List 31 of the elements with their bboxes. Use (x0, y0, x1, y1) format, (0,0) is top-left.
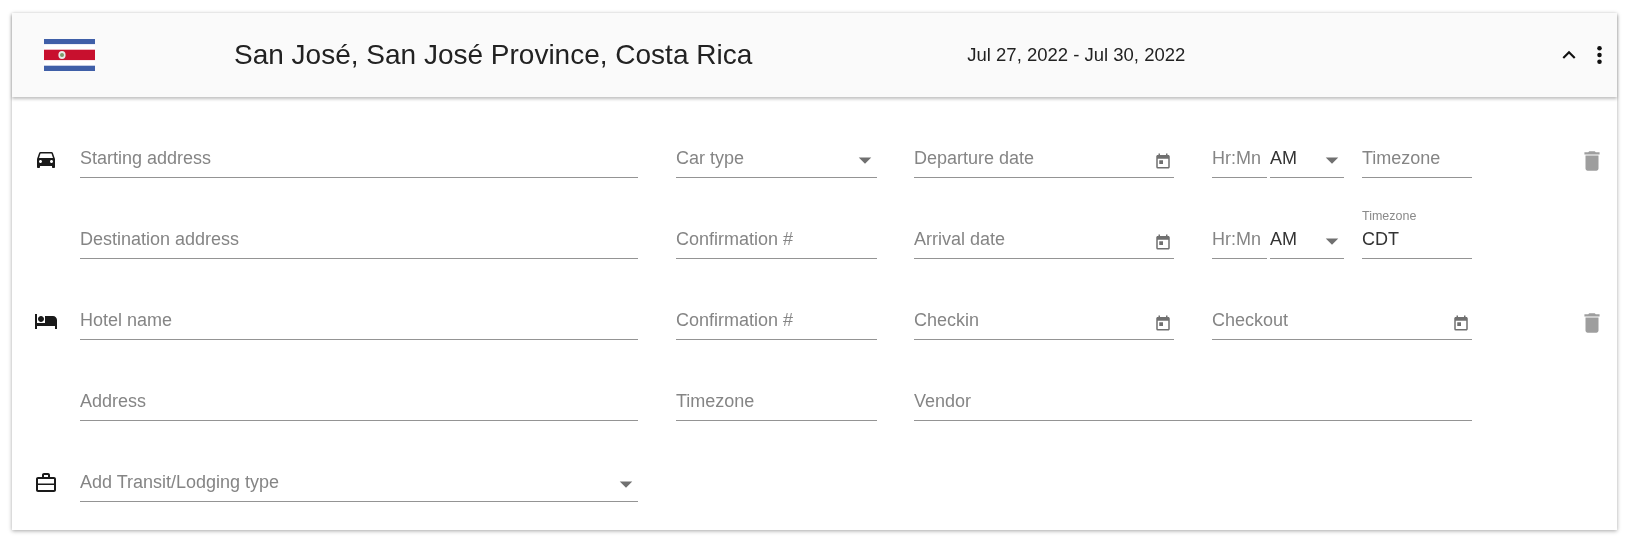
dropdown[interactable]: AM (1270, 225, 1344, 259)
date-range: Jul 27, 2022 - Jul 30, 2022 (967, 44, 1186, 66)
calendar-icon (1154, 152, 1172, 170)
input-field[interactable]: Confirmation # (676, 306, 877, 340)
dropdown[interactable]: AM (1270, 144, 1344, 178)
input-field[interactable]: Hr:Mn (1212, 144, 1267, 178)
calendar-icon (1154, 314, 1172, 332)
date-field[interactable]: Checkout (1212, 306, 1472, 340)
input-field[interactable]: Confirmation # (676, 225, 877, 259)
input-field[interactable]: Timezone (676, 387, 877, 421)
date-field[interactable]: Checkin (914, 306, 1174, 340)
input-field[interactable]: CDT (1362, 225, 1472, 259)
input-field[interactable]: Timezone (1362, 144, 1472, 178)
input-field[interactable]: Address (80, 387, 638, 421)
more-icon (1597, 46, 1602, 64)
date-field[interactable]: Arrival date (914, 225, 1174, 259)
input-field[interactable]: Starting address (80, 144, 638, 178)
dropdown[interactable]: Car type (676, 144, 877, 178)
date-field[interactable]: Departure date (914, 144, 1174, 178)
briefcase-icon (34, 471, 58, 495)
destination-title: San José, San José Province, Costa Rica (234, 39, 753, 71)
input-field[interactable]: Destination address (80, 225, 638, 259)
dropdown[interactable]: Add Transit/Lodging type (80, 468, 638, 502)
calendar-icon (1452, 314, 1470, 332)
field-label: Timezone (1362, 209, 1417, 223)
input-field[interactable]: Hotel name (80, 306, 638, 340)
card-header[interactable]: San José, San José Province, Costa Rica Jul 27, 2022 - Jul 30, 2022 (12, 13, 1617, 97)
input-field[interactable]: Vendor (914, 387, 1472, 421)
input-field[interactable]: Hr:Mn (1212, 225, 1267, 259)
flag-icon (44, 39, 95, 71)
calendar-icon (1154, 233, 1172, 251)
